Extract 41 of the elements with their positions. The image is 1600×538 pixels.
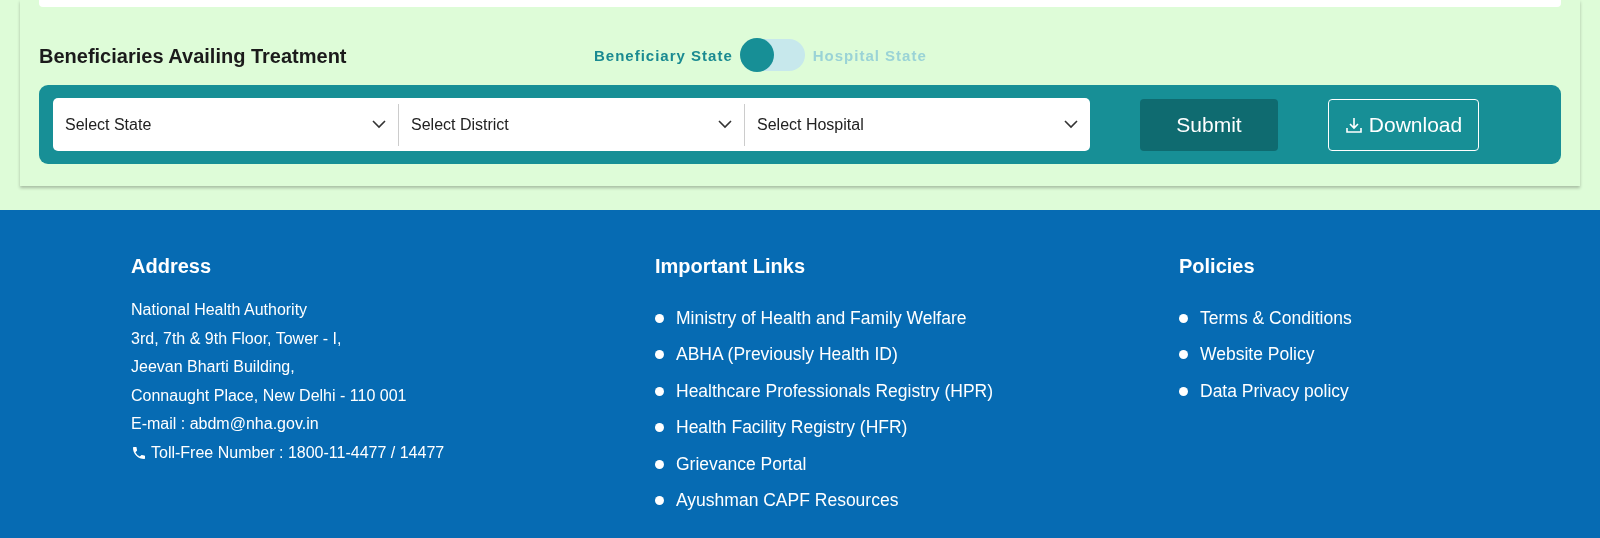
footer-link[interactable]: Ministry of Health and Family Welfare — [676, 307, 967, 329]
chevron-down-icon — [1064, 120, 1078, 129]
bullet-icon — [655, 459, 664, 469]
phone-number: Toll-Free Number : 1800-11-4477 / 14477 — [151, 442, 445, 463]
bullet-icon — [1179, 313, 1188, 323]
download-icon — [1344, 115, 1363, 134]
submit-button[interactable]: Submit — [1140, 98, 1278, 151]
footer-link[interactable]: ABHA (Previously Health ID) — [676, 344, 898, 366]
toggle-label[interactable]: Beneficiary State — [594, 46, 733, 64]
bullet-icon — [1179, 350, 1188, 360]
footer-link[interactable]: Healthcare Professionals Registry (HPR) — [676, 380, 994, 402]
bullet-icon — [655, 496, 664, 506]
column-heading: Address — [131, 254, 213, 279]
footer-link[interactable]: Ayushman CAPF Resources — [676, 490, 899, 512]
select-field[interactable]: Select District — [399, 98, 744, 151]
bullet-icon — [655, 313, 664, 323]
chevron-down-icon — [372, 120, 386, 129]
toggle-knob — [739, 38, 774, 72]
bullet-icon — [1179, 386, 1188, 396]
address-line: National Health Authority — [131, 300, 309, 320]
address-line: 3rd, 7th & 9th Floor, Tower - I, — [131, 328, 343, 349]
bullet-icon — [655, 350, 664, 360]
footer-link[interactable]: Data Privacy policy — [1200, 380, 1349, 402]
bullet-icon — [655, 386, 664, 396]
chevron-down-icon — [718, 120, 732, 129]
download-button[interactable]: Download — [1328, 98, 1479, 151]
address-line: E-mail : abdm@nha.gov.in — [131, 414, 320, 435]
footer-link[interactable]: Website Policy — [1200, 344, 1315, 366]
footer-link[interactable]: Terms & Conditions — [1200, 307, 1352, 329]
address-line: Jeevan Bharti Building, — [131, 357, 296, 378]
address-line: Connaught Place, New Delhi - 110 001 — [131, 385, 408, 406]
toggle-switch[interactable] — [740, 39, 805, 71]
footer-link[interactable]: Health Facility Registry (HFR) — [676, 417, 908, 439]
section-title: Beneficiaries Availing Treatment — [39, 43, 348, 68]
select-field[interactable]: Select Hospital — [745, 98, 1090, 151]
select-field[interactable]: Select State — [53, 98, 398, 151]
column-heading: Important Links — [655, 254, 806, 279]
footer-link[interactable]: Grievance Portal — [676, 453, 807, 475]
phone-icon — [131, 445, 147, 462]
column-heading: Policies — [1179, 254, 1256, 279]
bullet-icon — [655, 423, 664, 433]
